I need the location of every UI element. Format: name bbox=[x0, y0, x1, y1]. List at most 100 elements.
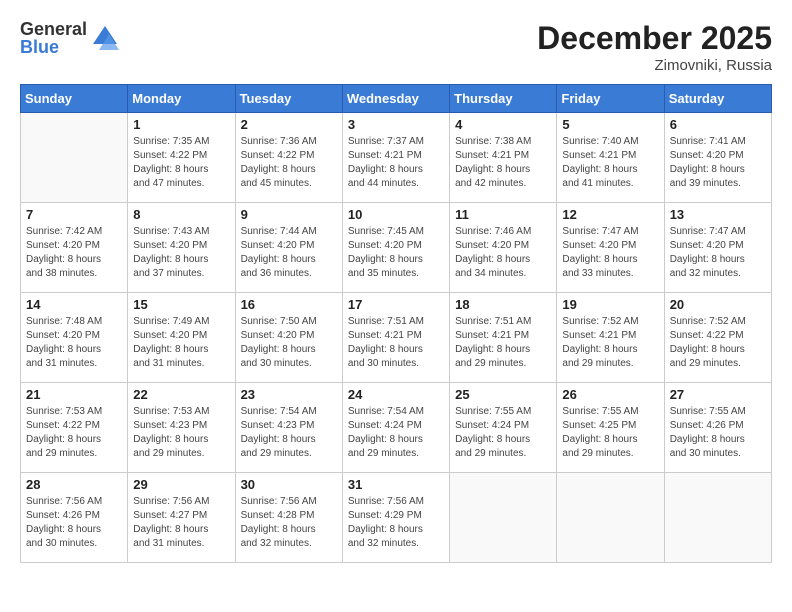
day-info: Sunrise: 7:35 AM Sunset: 4:22 PM Dayligh… bbox=[133, 135, 229, 191]
week-row-5: 28 Sunrise: 7:56 AM Sunset: 4:26 PM Dayli… bbox=[21, 473, 772, 563]
day-info: Sunrise: 7:47 AM Sunset: 4:20 PM Dayligh… bbox=[562, 225, 658, 281]
day-info: Sunrise: 7:55 AM Sunset: 4:24 PM Dayligh… bbox=[455, 405, 551, 461]
day-info: Sunrise: 7:55 AM Sunset: 4:26 PM Dayligh… bbox=[670, 405, 766, 461]
day-number: 13 bbox=[670, 207, 766, 222]
day-number: 27 bbox=[670, 387, 766, 402]
day-number: 6 bbox=[670, 117, 766, 132]
calendar-cell: 10 Sunrise: 7:45 AM Sunset: 4:20 PM Dayli… bbox=[342, 203, 449, 293]
calendar-cell: 2 Sunrise: 7:36 AM Sunset: 4:22 PM Daylig… bbox=[235, 113, 342, 203]
calendar-cell: 7 Sunrise: 7:42 AM Sunset: 4:20 PM Daylig… bbox=[21, 203, 128, 293]
day-number: 5 bbox=[562, 117, 658, 132]
week-row-2: 7 Sunrise: 7:42 AM Sunset: 4:20 PM Daylig… bbox=[21, 203, 772, 293]
calendar-cell: 16 Sunrise: 7:50 AM Sunset: 4:20 PM Dayli… bbox=[235, 293, 342, 383]
day-number: 18 bbox=[455, 297, 551, 312]
day-info: Sunrise: 7:56 AM Sunset: 4:29 PM Dayligh… bbox=[348, 495, 444, 551]
day-number: 9 bbox=[241, 207, 337, 222]
calendar-cell: 6 Sunrise: 7:41 AM Sunset: 4:20 PM Daylig… bbox=[664, 113, 771, 203]
day-info: Sunrise: 7:45 AM Sunset: 4:20 PM Dayligh… bbox=[348, 225, 444, 281]
calendar-cell bbox=[450, 473, 557, 563]
day-number: 21 bbox=[26, 387, 122, 402]
calendar-cell: 26Sunrise: 7:55 AM Sunset: 4:25 PM Dayli… bbox=[557, 383, 664, 473]
calendar-cell: 14 Sunrise: 7:48 AM Sunset: 4:20 PM Dayli… bbox=[21, 293, 128, 383]
week-row-1: 1 Sunrise: 7:35 AM Sunset: 4:22 PM Daylig… bbox=[21, 113, 772, 203]
calendar-cell: 24Sunrise: 7:54 AM Sunset: 4:24 PM Dayli… bbox=[342, 383, 449, 473]
calendar-cell: 5 Sunrise: 7:40 AM Sunset: 4:21 PM Daylig… bbox=[557, 113, 664, 203]
calendar-cell: 1 Sunrise: 7:35 AM Sunset: 4:22 PM Daylig… bbox=[128, 113, 235, 203]
day-info: Sunrise: 7:46 AM Sunset: 4:20 PM Dayligh… bbox=[455, 225, 551, 281]
month-title: December 2025 bbox=[537, 20, 772, 57]
day-number: 17 bbox=[348, 297, 444, 312]
day-info: Sunrise: 7:53 AM Sunset: 4:22 PM Dayligh… bbox=[26, 405, 122, 461]
day-info: Sunrise: 7:51 AM Sunset: 4:21 PM Dayligh… bbox=[348, 315, 444, 371]
calendar-cell: 17 Sunrise: 7:51 AM Sunset: 4:21 PM Dayli… bbox=[342, 293, 449, 383]
weekday-header-sunday: Sunday bbox=[21, 85, 128, 113]
day-info: Sunrise: 7:38 AM Sunset: 4:21 PM Dayligh… bbox=[455, 135, 551, 191]
day-info: Sunrise: 7:48 AM Sunset: 4:20 PM Dayligh… bbox=[26, 315, 122, 371]
weekday-header-friday: Friday bbox=[557, 85, 664, 113]
calendar-cell: 11 Sunrise: 7:46 AM Sunset: 4:20 PM Dayli… bbox=[450, 203, 557, 293]
day-info: Sunrise: 7:53 AM Sunset: 4:23 PM Dayligh… bbox=[133, 405, 229, 461]
week-row-3: 14 Sunrise: 7:48 AM Sunset: 4:20 PM Dayli… bbox=[21, 293, 772, 383]
calendar-cell: 9Sunrise: 7:44 AM Sunset: 4:20 PM Daylig… bbox=[235, 203, 342, 293]
day-info: Sunrise: 7:49 AM Sunset: 4:20 PM Dayligh… bbox=[133, 315, 229, 371]
day-number: 22 bbox=[133, 387, 229, 402]
calendar-cell: 21 Sunrise: 7:53 AM Sunset: 4:22 PM Dayli… bbox=[21, 383, 128, 473]
logo-general-text: General bbox=[20, 20, 87, 38]
calendar-cell: 27 Sunrise: 7:55 AM Sunset: 4:26 PM Dayli… bbox=[664, 383, 771, 473]
day-info: Sunrise: 7:52 AM Sunset: 4:21 PM Dayligh… bbox=[562, 315, 658, 371]
weekday-header-thursday: Thursday bbox=[450, 85, 557, 113]
day-info: Sunrise: 7:41 AM Sunset: 4:20 PM Dayligh… bbox=[670, 135, 766, 191]
day-number: 12 bbox=[562, 207, 658, 222]
logo-icon bbox=[91, 24, 119, 52]
day-number: 8 bbox=[133, 207, 229, 222]
calendar-cell: 18 Sunrise: 7:51 AM Sunset: 4:21 PM Dayli… bbox=[450, 293, 557, 383]
day-info: Sunrise: 7:54 AM Sunset: 4:23 PM Dayligh… bbox=[241, 405, 337, 461]
calendar-cell: 8 Sunrise: 7:43 AM Sunset: 4:20 PM Daylig… bbox=[128, 203, 235, 293]
calendar-cell: 4 Sunrise: 7:38 AM Sunset: 4:21 PM Daylig… bbox=[450, 113, 557, 203]
day-info: Sunrise: 7:56 AM Sunset: 4:26 PM Dayligh… bbox=[26, 495, 122, 551]
calendar-cell: 13 Sunrise: 7:47 AM Sunset: 4:20 PM Dayli… bbox=[664, 203, 771, 293]
day-number: 10 bbox=[348, 207, 444, 222]
day-info: Sunrise: 7:42 AM Sunset: 4:20 PM Dayligh… bbox=[26, 225, 122, 281]
calendar-table: SundayMondayTuesdayWednesdayThursdayFrid… bbox=[20, 84, 772, 563]
day-number: 20 bbox=[670, 297, 766, 312]
day-number: 16 bbox=[241, 297, 337, 312]
calendar-cell: 25 Sunrise: 7:55 AM Sunset: 4:24 PM Dayli… bbox=[450, 383, 557, 473]
day-number: 25 bbox=[455, 387, 551, 402]
calendar-cell: 12 Sunrise: 7:47 AM Sunset: 4:20 PM Dayli… bbox=[557, 203, 664, 293]
location: Zimovniki, Russia bbox=[537, 57, 772, 74]
day-info: Sunrise: 7:56 AM Sunset: 4:28 PM Dayligh… bbox=[241, 495, 337, 551]
calendar-cell: 3Sunrise: 7:37 AM Sunset: 4:21 PM Daylig… bbox=[342, 113, 449, 203]
day-number: 4 bbox=[455, 117, 551, 132]
day-number: 1 bbox=[133, 117, 229, 132]
day-number: 11 bbox=[455, 207, 551, 222]
day-number: 14 bbox=[26, 297, 122, 312]
day-info: Sunrise: 7:40 AM Sunset: 4:21 PM Dayligh… bbox=[562, 135, 658, 191]
day-info: Sunrise: 7:52 AM Sunset: 4:22 PM Dayligh… bbox=[670, 315, 766, 371]
day-number: 29 bbox=[133, 477, 229, 492]
title-block: December 2025 Zimovniki, Russia bbox=[537, 20, 772, 74]
day-info: Sunrise: 7:47 AM Sunset: 4:20 PM Dayligh… bbox=[670, 225, 766, 281]
day-info: Sunrise: 7:55 AM Sunset: 4:25 PM Dayligh… bbox=[562, 405, 658, 461]
day-number: 19 bbox=[562, 297, 658, 312]
day-number: 15 bbox=[133, 297, 229, 312]
day-number: 28 bbox=[26, 477, 122, 492]
day-info: Sunrise: 7:36 AM Sunset: 4:22 PM Dayligh… bbox=[241, 135, 337, 191]
day-info: Sunrise: 7:43 AM Sunset: 4:20 PM Dayligh… bbox=[133, 225, 229, 281]
calendar-cell: 31 Sunrise: 7:56 AM Sunset: 4:29 PM Dayli… bbox=[342, 473, 449, 563]
logo: General Blue bbox=[20, 20, 119, 56]
day-number: 3 bbox=[348, 117, 444, 132]
weekday-header-tuesday: Tuesday bbox=[235, 85, 342, 113]
day-info: Sunrise: 7:50 AM Sunset: 4:20 PM Dayligh… bbox=[241, 315, 337, 371]
day-info: Sunrise: 7:56 AM Sunset: 4:27 PM Dayligh… bbox=[133, 495, 229, 551]
weekday-header-wednesday: Wednesday bbox=[342, 85, 449, 113]
day-number: 7 bbox=[26, 207, 122, 222]
day-number: 31 bbox=[348, 477, 444, 492]
calendar-cell bbox=[664, 473, 771, 563]
week-row-4: 21 Sunrise: 7:53 AM Sunset: 4:22 PM Dayli… bbox=[21, 383, 772, 473]
logo-blue-text: Blue bbox=[20, 38, 87, 56]
day-number: 2 bbox=[241, 117, 337, 132]
weekday-header-row: SundayMondayTuesdayWednesdayThursdayFrid… bbox=[21, 85, 772, 113]
calendar-cell: 22 Sunrise: 7:53 AM Sunset: 4:23 PM Dayli… bbox=[128, 383, 235, 473]
day-info: Sunrise: 7:51 AM Sunset: 4:21 PM Dayligh… bbox=[455, 315, 551, 371]
